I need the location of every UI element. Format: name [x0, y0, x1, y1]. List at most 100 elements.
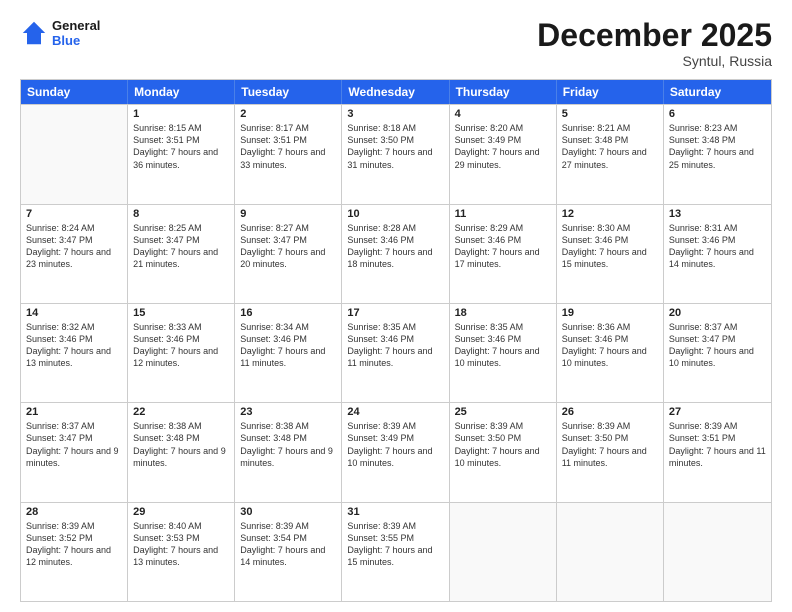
calendar-header: SundayMondayTuesdayWednesdayThursdayFrid… [21, 80, 771, 104]
cal-cell-21: 21Sunrise: 8:37 AM Sunset: 3:47 PM Dayli… [21, 403, 128, 501]
day-number: 30 [240, 506, 336, 518]
cal-cell-15: 15Sunrise: 8:33 AM Sunset: 3:46 PM Dayli… [128, 304, 235, 402]
cell-info: Sunrise: 8:39 AM Sunset: 3:50 PM Dayligh… [455, 420, 551, 469]
cal-cell-27: 27 Sunrise: 8:39 AM Sunset: 3:51 PM Dayli… [664, 403, 771, 501]
cal-cell-11: 11Sunrise: 8:29 AM Sunset: 3:46 PM Dayli… [450, 205, 557, 303]
cal-cell-10: 10Sunrise: 8:28 AM Sunset: 3:46 PM Dayli… [342, 205, 449, 303]
header-day-friday: Friday [557, 80, 664, 104]
cal-cell-24: 24 Sunrise: 8:39 AM Sunset: 3:49 PM Dayli… [342, 403, 449, 501]
header-day-sunday: Sunday [21, 80, 128, 104]
cal-cell-19: 19Sunrise: 8:36 AM Sunset: 3:46 PM Dayli… [557, 304, 664, 402]
day-number: 2 [240, 108, 336, 120]
cal-cell-22: 22 Sunrise: 8:38 AM Sunset: 3:48 PM Dayli… [128, 403, 235, 501]
cell-info: Sunrise: 8:37 AM Sunset: 3:47 PM Dayligh… [669, 321, 766, 370]
cell-info: Sunrise: 8:35 AM Sunset: 3:46 PM Dayligh… [347, 321, 443, 370]
day-number: 4 [455, 108, 551, 120]
cell-info: Sunrise: 8:33 AM Sunset: 3:46 PM Dayligh… [133, 321, 229, 370]
cal-cell-30: 30Sunrise: 8:39 AM Sunset: 3:54 PM Dayli… [235, 503, 342, 601]
cal-cell-2: 2 Sunrise: 8:17 AM Sunset: 3:51 PM Daylig… [235, 105, 342, 203]
cell-info: Sunrise: 8:32 AM Sunset: 3:46 PM Dayligh… [26, 321, 122, 370]
day-number: 26 [562, 406, 658, 418]
cal-cell-26: 26Sunrise: 8:39 AM Sunset: 3:50 PM Dayli… [557, 403, 664, 501]
day-number: 11 [455, 208, 551, 220]
page: General Blue December 2025 Syntul, Russi… [0, 0, 792, 612]
day-number: 14 [26, 307, 122, 319]
day-number: 5 [562, 108, 658, 120]
day-number: 3 [347, 108, 443, 120]
cell-info: Sunrise: 8:39 AM Sunset: 3:49 PM Dayligh… [347, 420, 443, 469]
cell-info: Sunrise: 8:35 AM Sunset: 3:46 PM Dayligh… [455, 321, 551, 370]
cal-cell-13: 13Sunrise: 8:31 AM Sunset: 3:46 PM Dayli… [664, 205, 771, 303]
cell-info: Sunrise: 8:38 AM Sunset: 3:48 PM Dayligh… [240, 420, 336, 469]
header-day-saturday: Saturday [664, 80, 771, 104]
header: General Blue December 2025 Syntul, Russi… [20, 18, 772, 69]
logo-text: General Blue [52, 18, 100, 48]
cell-info: Sunrise: 8:39 AM Sunset: 3:52 PM Dayligh… [26, 520, 122, 569]
cal-cell-3: 3 Sunrise: 8:18 AM Sunset: 3:50 PM Daylig… [342, 105, 449, 203]
cell-info: Sunrise: 8:24 AM Sunset: 3:47 PM Dayligh… [26, 222, 122, 271]
cell-info: Sunrise: 8:27 AM Sunset: 3:47 PM Dayligh… [240, 222, 336, 271]
cell-info: Sunrise: 8:18 AM Sunset: 3:50 PM Dayligh… [347, 122, 443, 171]
title-section: December 2025 Syntul, Russia [537, 18, 772, 69]
cell-info: Sunrise: 8:39 AM Sunset: 3:51 PM Dayligh… [669, 420, 766, 469]
cal-cell-12: 12Sunrise: 8:30 AM Sunset: 3:46 PM Dayli… [557, 205, 664, 303]
month-title: December 2025 [537, 18, 772, 53]
week-row-5: 28 Sunrise: 8:39 AM Sunset: 3:52 PM Dayli… [21, 502, 771, 601]
cell-info: Sunrise: 8:30 AM Sunset: 3:46 PM Dayligh… [562, 222, 658, 271]
cell-info: Sunrise: 8:25 AM Sunset: 3:47 PM Dayligh… [133, 222, 229, 271]
cal-cell-empty-5 [557, 503, 664, 601]
cell-info: Sunrise: 8:34 AM Sunset: 3:46 PM Dayligh… [240, 321, 336, 370]
day-number: 25 [455, 406, 551, 418]
day-number: 6 [669, 108, 766, 120]
cal-cell-29: 29Sunrise: 8:40 AM Sunset: 3:53 PM Dayli… [128, 503, 235, 601]
cal-cell-empty-0 [21, 105, 128, 203]
day-number: 28 [26, 506, 122, 518]
cal-cell-6: 6Sunrise: 8:23 AM Sunset: 3:48 PM Daylig… [664, 105, 771, 203]
day-number: 22 [133, 406, 229, 418]
cal-cell-17: 17 Sunrise: 8:35 AM Sunset: 3:46 PM Dayli… [342, 304, 449, 402]
header-day-thursday: Thursday [450, 80, 557, 104]
day-number: 20 [669, 307, 766, 319]
day-number: 8 [133, 208, 229, 220]
day-number: 9 [240, 208, 336, 220]
location: Syntul, Russia [537, 53, 772, 69]
cal-cell-23: 23Sunrise: 8:38 AM Sunset: 3:48 PM Dayli… [235, 403, 342, 501]
logo-icon [20, 19, 48, 47]
week-row-1: 1 Sunrise: 8:15 AM Sunset: 3:51 PM Daylig… [21, 104, 771, 203]
day-number: 18 [455, 307, 551, 319]
cell-info: Sunrise: 8:38 AM Sunset: 3:48 PM Dayligh… [133, 420, 229, 469]
day-number: 10 [347, 208, 443, 220]
cell-info: Sunrise: 8:17 AM Sunset: 3:51 PM Dayligh… [240, 122, 336, 171]
cal-cell-empty-4 [450, 503, 557, 601]
day-number: 27 [669, 406, 766, 418]
cal-cell-8: 8 Sunrise: 8:25 AM Sunset: 3:47 PM Daylig… [128, 205, 235, 303]
week-row-2: 7 Sunrise: 8:24 AM Sunset: 3:47 PM Daylig… [21, 204, 771, 303]
cal-cell-4: 4 Sunrise: 8:20 AM Sunset: 3:49 PM Daylig… [450, 105, 557, 203]
header-day-monday: Monday [128, 80, 235, 104]
cell-info: Sunrise: 8:31 AM Sunset: 3:46 PM Dayligh… [669, 222, 766, 271]
cal-cell-28: 28 Sunrise: 8:39 AM Sunset: 3:52 PM Dayli… [21, 503, 128, 601]
day-number: 7 [26, 208, 122, 220]
cal-cell-1: 1 Sunrise: 8:15 AM Sunset: 3:51 PM Daylig… [128, 105, 235, 203]
cell-info: Sunrise: 8:40 AM Sunset: 3:53 PM Dayligh… [133, 520, 229, 569]
day-number: 21 [26, 406, 122, 418]
day-number: 1 [133, 108, 229, 120]
cal-cell-31: 31Sunrise: 8:39 AM Sunset: 3:55 PM Dayli… [342, 503, 449, 601]
cell-info: Sunrise: 8:20 AM Sunset: 3:49 PM Dayligh… [455, 122, 551, 171]
day-number: 16 [240, 307, 336, 319]
cal-cell-empty-6 [664, 503, 771, 601]
cal-cell-18: 18 Sunrise: 8:35 AM Sunset: 3:46 PM Dayli… [450, 304, 557, 402]
day-number: 17 [347, 307, 443, 319]
day-number: 24 [347, 406, 443, 418]
week-row-3: 14 Sunrise: 8:32 AM Sunset: 3:46 PM Dayli… [21, 303, 771, 402]
cell-info: Sunrise: 8:21 AM Sunset: 3:48 PM Dayligh… [562, 122, 658, 171]
cell-info: Sunrise: 8:15 AM Sunset: 3:51 PM Dayligh… [133, 122, 229, 171]
calendar-body: 1 Sunrise: 8:15 AM Sunset: 3:51 PM Daylig… [21, 104, 771, 601]
cal-cell-5: 5 Sunrise: 8:21 AM Sunset: 3:48 PM Daylig… [557, 105, 664, 203]
cal-cell-9: 9 Sunrise: 8:27 AM Sunset: 3:47 PM Daylig… [235, 205, 342, 303]
cell-info: Sunrise: 8:39 AM Sunset: 3:55 PM Dayligh… [347, 520, 443, 569]
cal-cell-7: 7 Sunrise: 8:24 AM Sunset: 3:47 PM Daylig… [21, 205, 128, 303]
cal-cell-20: 20 Sunrise: 8:37 AM Sunset: 3:47 PM Dayli… [664, 304, 771, 402]
cell-info: Sunrise: 8:36 AM Sunset: 3:46 PM Dayligh… [562, 321, 658, 370]
header-day-wednesday: Wednesday [342, 80, 449, 104]
